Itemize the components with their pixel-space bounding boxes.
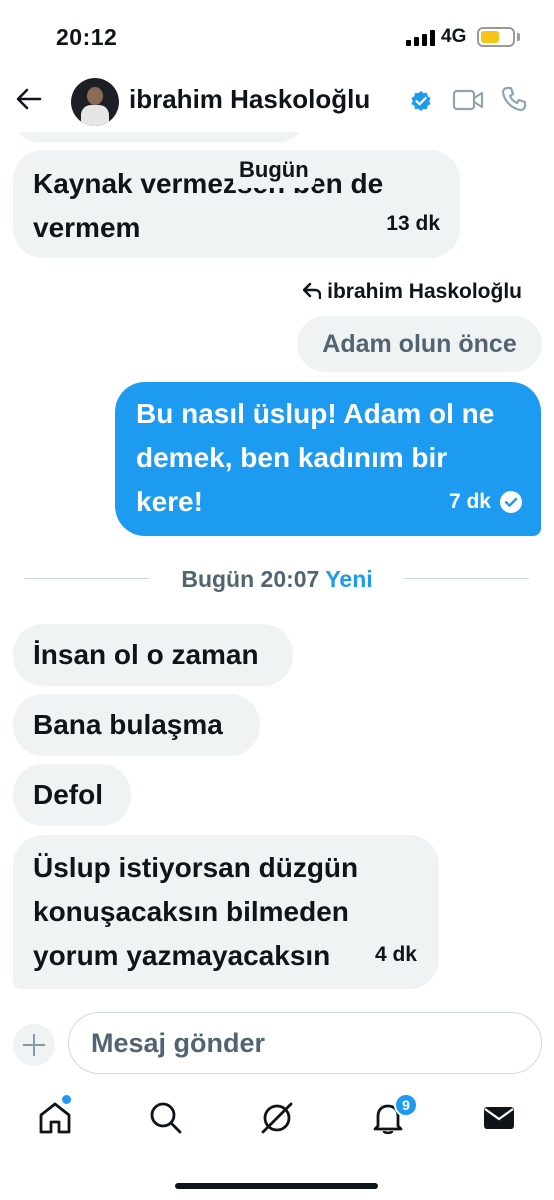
back-arrow-icon[interactable] bbox=[14, 84, 44, 114]
bottom-tab-bar: 9 bbox=[0, 1080, 554, 1200]
phone-call-icon[interactable] bbox=[500, 85, 528, 113]
message-time: 4 dk bbox=[374, 943, 417, 966]
message-composer bbox=[0, 1002, 554, 1080]
message-bubble-incoming[interactable]: Defol bbox=[13, 764, 131, 826]
contact-name[interactable]: ibrahim Haskoloğlu bbox=[129, 84, 370, 115]
home-unread-dot bbox=[62, 1095, 71, 1104]
add-media-button[interactable] bbox=[13, 1024, 55, 1066]
message-text: Üslup istiyorsan düzgün konuşacaksın bil… bbox=[33, 852, 359, 971]
message-input[interactable] bbox=[68, 1012, 542, 1074]
message-time: 13 dk bbox=[386, 212, 440, 235]
video-call-icon[interactable] bbox=[452, 88, 484, 112]
home-indicator bbox=[175, 1183, 378, 1189]
new-messages-label: Bugün 20:07 Yeni bbox=[150, 562, 404, 596]
message-text: Bana bulaşma bbox=[33, 709, 223, 740]
reply-context-label: ibrahim Haskoloğlu bbox=[327, 280, 522, 303]
message-time-text: 7 dk bbox=[448, 490, 491, 513]
divider-new: Yeni bbox=[325, 566, 373, 592]
battery-level bbox=[481, 31, 499, 43]
divider-date: Bugün 20:07 bbox=[181, 566, 320, 592]
previous-message-bubble bbox=[14, 132, 304, 142]
avatar[interactable] bbox=[71, 78, 119, 126]
conversation-header: ibrahim Haskoloğlu bbox=[0, 70, 554, 132]
chat-thread[interactable]: Kaynak vermezsen ben de vermem 13 dk Bug… bbox=[0, 132, 554, 1002]
battery-icon bbox=[477, 27, 515, 47]
message-bubble-incoming[interactable]: Bana bulaşma bbox=[13, 694, 260, 756]
message-bubble-outgoing[interactable]: Bu nasıl üslup! Adam ol ne demek, ben ka… bbox=[115, 382, 541, 536]
status-bar: 20:12 4G bbox=[0, 0, 554, 70]
message-text: İnsan ol o zaman bbox=[33, 639, 259, 670]
read-receipt-icon bbox=[500, 491, 522, 513]
status-time: 20:12 bbox=[56, 24, 118, 50]
message-bubble-incoming[interactable]: Üslup istiyorsan düzgün konuşacaksın bil… bbox=[13, 835, 439, 989]
notifications-badge: 9 bbox=[394, 1093, 418, 1117]
reply-context: ibrahim Haskoloğlu bbox=[303, 280, 522, 304]
day-label: Bugün bbox=[233, 152, 315, 188]
message-text: Defol bbox=[33, 779, 103, 810]
reply-arrow-icon bbox=[303, 283, 322, 299]
search-icon[interactable] bbox=[148, 1100, 184, 1136]
network-label: 4G bbox=[441, 26, 467, 47]
signal-icon bbox=[406, 30, 436, 46]
message-bubble-incoming[interactable]: İnsan ol o zaman bbox=[13, 624, 293, 686]
grok-icon[interactable] bbox=[259, 1100, 295, 1136]
messages-icon[interactable] bbox=[481, 1100, 517, 1136]
quoted-message[interactable]: Adam olun önce bbox=[297, 316, 542, 372]
battery-cap bbox=[517, 33, 520, 41]
message-time: 7 dk bbox=[449, 480, 523, 524]
home-icon[interactable] bbox=[37, 1100, 73, 1136]
verified-badge-icon bbox=[411, 91, 431, 111]
